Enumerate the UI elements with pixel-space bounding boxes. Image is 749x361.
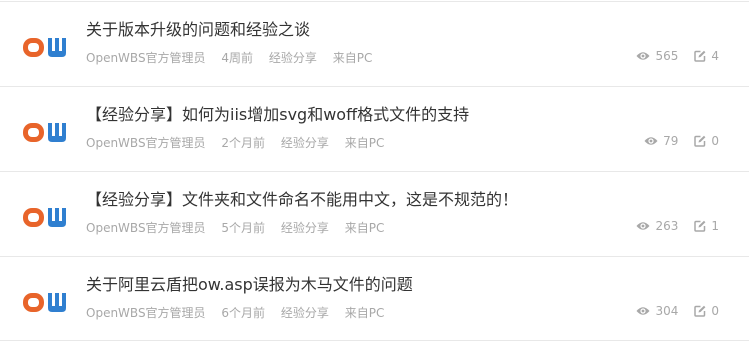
topic-title[interactable]: 关于版本升级的问题和经验之谈 [86, 16, 310, 40]
topic-title[interactable]: 关于阿里云盾把ow.asp误报为木马文件的问题 [86, 271, 413, 295]
author-link[interactable]: OpenWBS官方管理员 [86, 51, 206, 65]
edit-icon [694, 220, 706, 232]
view-count-value: 304 [655, 304, 679, 318]
avatar[interactable] [22, 36, 70, 59]
category-link[interactable]: 经验分享 [281, 221, 329, 235]
reply-count: 1 [694, 219, 719, 233]
avatar[interactable] [22, 291, 70, 314]
avatar[interactable] [22, 121, 70, 144]
openwbs-logo-icon [23, 38, 66, 57]
reply-count: 4 [694, 49, 719, 63]
edit-icon [694, 50, 706, 62]
openwbs-logo-icon [23, 208, 66, 227]
view-count-value: 263 [655, 219, 679, 233]
eye-icon [636, 222, 650, 230]
author-link[interactable]: OpenWBS官方管理员 [86, 306, 206, 320]
divider [0, 1, 749, 2]
post-source: 来自PC [344, 306, 385, 320]
category-link[interactable]: 经验分享 [281, 136, 329, 150]
divider [0, 86, 749, 87]
topic-stats: 304 0 [636, 304, 719, 318]
topic-meta: OpenWBS官方管理员 4周前 经验分享 来自PC [86, 49, 384, 66]
divider [0, 171, 749, 172]
post-time: 6个月前 [221, 306, 266, 320]
author-link[interactable]: OpenWBS官方管理员 [86, 136, 206, 150]
reply-count-value: 1 [711, 219, 719, 233]
reply-count-value: 4 [711, 49, 719, 63]
category-link[interactable]: 经验分享 [281, 306, 329, 320]
post-time: 2个月前 [221, 136, 266, 150]
topic-title[interactable]: 【经验分享】文件夹和文件命名不能用中文，这是不规范的！ [86, 186, 518, 210]
topic-stats: 565 4 [636, 49, 719, 63]
topic-meta: OpenWBS官方管理员 6个月前 经验分享 来自PC [86, 304, 396, 321]
topic-stats: 79 0 [644, 134, 719, 148]
topic-item[interactable]: 【经验分享】文件夹和文件命名不能用中文，这是不规范的！ OpenWBS官方管理员… [0, 171, 749, 256]
reply-count: 0 [694, 134, 719, 148]
edit-icon [694, 135, 706, 147]
reply-count: 0 [694, 304, 719, 318]
author-link[interactable]: OpenWBS官方管理员 [86, 221, 206, 235]
avatar[interactable] [22, 206, 70, 229]
view-count: 565 [636, 49, 678, 63]
topic-item[interactable]: 关于阿里云盾把ow.asp误报为木马文件的问题 OpenWBS官方管理员 6个月… [0, 256, 749, 341]
category-link[interactable]: 经验分享 [269, 51, 317, 65]
view-count: 79 [644, 134, 678, 148]
topic-item[interactable]: 【经验分享】如何为iis增加svg和woff格式文件的支持 OpenWBS官方管… [0, 86, 749, 171]
view-count-value: 79 [663, 134, 679, 148]
divider [0, 256, 749, 257]
reply-count-value: 0 [711, 134, 719, 148]
post-source: 来自PC [344, 136, 385, 150]
topic-item[interactable]: 关于版本升级的问题和经验之谈 OpenWBS官方管理员 4周前 经验分享 来自P… [0, 1, 749, 86]
openwbs-logo-icon [23, 123, 66, 142]
eye-icon [636, 307, 650, 315]
post-time: 5个月前 [221, 221, 266, 235]
edit-icon [694, 305, 706, 317]
post-source: 来自PC [344, 221, 385, 235]
eye-icon [644, 137, 658, 145]
openwbs-logo-icon [23, 293, 66, 312]
post-time: 4周前 [221, 51, 254, 65]
reply-count-value: 0 [711, 304, 719, 318]
topic-list: 关于版本升级的问题和经验之谈 OpenWBS官方管理员 4周前 经验分享 来自P… [0, 0, 749, 361]
view-count-value: 565 [655, 49, 679, 63]
topic-title[interactable]: 【经验分享】如何为iis增加svg和woff格式文件的支持 [86, 101, 469, 125]
post-source: 来自PC [332, 51, 373, 65]
eye-icon [636, 52, 650, 60]
view-count: 263 [636, 219, 678, 233]
topic-stats: 263 1 [636, 219, 719, 233]
divider [0, 340, 749, 341]
view-count: 304 [636, 304, 678, 318]
topic-meta: OpenWBS官方管理员 2个月前 经验分享 来自PC [86, 134, 396, 151]
topic-meta: OpenWBS官方管理员 5个月前 经验分享 来自PC [86, 219, 396, 236]
